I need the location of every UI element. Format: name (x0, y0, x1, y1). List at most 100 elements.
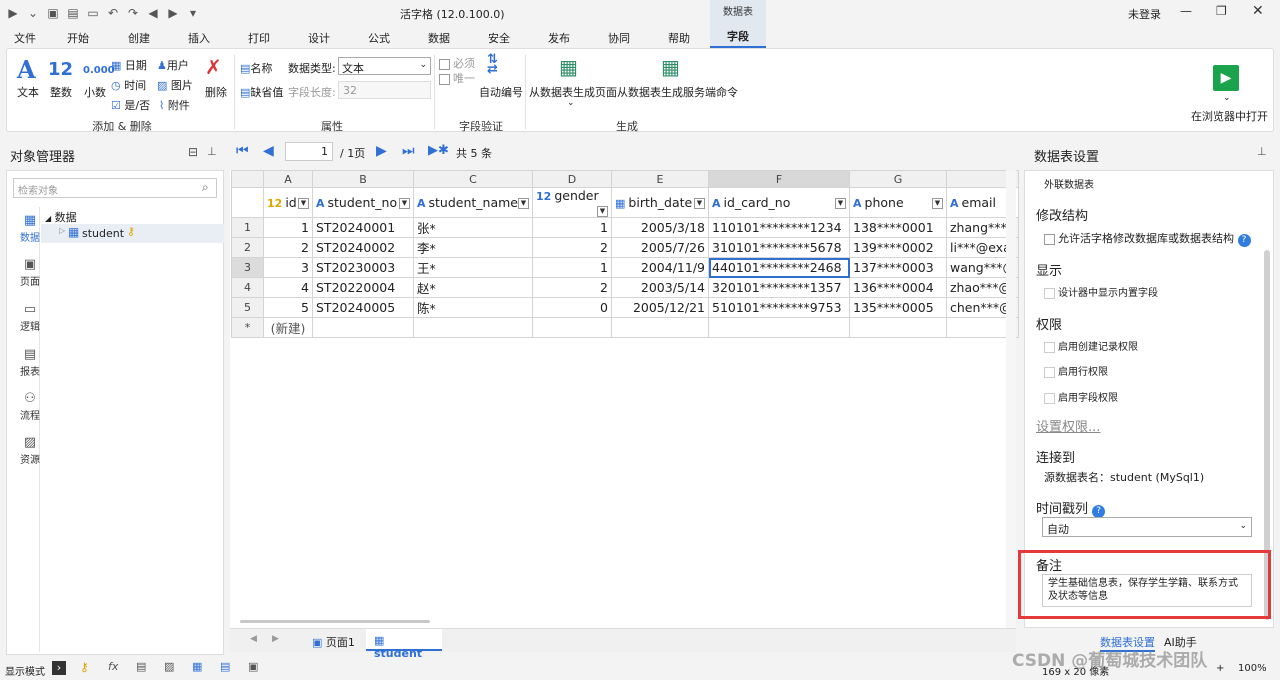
row-number[interactable]: 2 (231, 237, 264, 258)
layers-icon[interactable]: ▨ (164, 660, 174, 673)
cell[interactable]: 2005/12/21 (611, 297, 709, 318)
dropdown-icon[interactable]: ⌄ (26, 6, 40, 20)
cell[interactable]: 李* (413, 237, 533, 258)
table-row[interactable]: 3 3 ST20230003 王* 1 2004/11/9 440101********24… (231, 257, 1019, 278)
int-type-icon[interactable]: 12 (48, 59, 73, 80)
create-perm-checkbox[interactable]: 启用创建记录权限 (1044, 338, 1138, 353)
row-number[interactable]: 3 (231, 257, 264, 278)
cell[interactable]: 320101********1357 (708, 277, 850, 298)
timestamp-select[interactable]: 自动 ⌄ (1042, 517, 1252, 537)
open-in-browser-button[interactable]: 在浏览器中打开 (1191, 108, 1268, 124)
field-name-button[interactable]: ▤名称 (240, 60, 272, 76)
cell[interactable]: 张* (413, 217, 533, 238)
menu-insert[interactable]: 插入 (188, 30, 210, 46)
menu-design[interactable]: 设计 (308, 30, 330, 46)
menu-publish[interactable]: 发布 (548, 30, 570, 46)
generate-page-icon[interactable]: ▦ (559, 55, 578, 79)
time-type-button[interactable]: ◷ 时间 (111, 77, 146, 93)
cell[interactable]: 3 (263, 257, 313, 278)
tab-page1[interactable]: ▣ 页面1 (304, 629, 366, 651)
cell[interactable]: 2 (532, 237, 612, 258)
first-record-icon[interactable]: ⏮ (236, 143, 249, 159)
column-letter[interactable]: G (849, 170, 947, 188)
show-builtin-checkbox[interactable]: 设计器中显示内置字段 (1044, 284, 1158, 299)
help-icon[interactable]: ? (1237, 234, 1251, 247)
next-record-icon[interactable]: ▶ (376, 143, 387, 159)
run-icon[interactable]: ▶ (6, 6, 20, 20)
cell[interactable]: ST20240001 (312, 217, 414, 238)
column-letter[interactable]: F (708, 170, 850, 188)
text-type-button[interactable]: 文本 (17, 84, 39, 100)
cell[interactable]: ST20220004 (312, 277, 414, 298)
autonum-button[interactable]: 自动编号 (479, 84, 523, 100)
dropdown-icon[interactable]: ▼ (597, 206, 608, 217)
cell[interactable]: 2 (532, 277, 612, 298)
cell[interactable]: 0 (532, 297, 612, 318)
allow-modify-checkbox[interactable]: 允许活字格修改数据库或数据表结构 ? (1044, 230, 1251, 247)
decimal-type-icon[interactable]: 0.000 (83, 65, 115, 76)
cell[interactable]: 110101********1234 (708, 217, 850, 238)
menu-collab[interactable]: 协同 (608, 30, 630, 46)
page-input[interactable]: 1 (285, 142, 333, 161)
selected-cell[interactable]: 440101********2468 (708, 257, 850, 278)
field-header-id[interactable]: 12 id ▼ (263, 187, 313, 218)
grid-icon[interactable]: ▤ (136, 660, 146, 673)
cell[interactable]: 310101********5678 (708, 237, 850, 258)
nav-flow[interactable]: ⚇ 流程 (15, 391, 45, 422)
menu-security[interactable]: 安全 (488, 30, 510, 46)
user-type-button[interactable]: ♟用户 (157, 57, 189, 73)
cell[interactable]: 136****0004 (849, 277, 947, 298)
note-textarea[interactable]: 学生基础信息表，保存学生学籍、联系方式及状态等信息 (1042, 574, 1252, 607)
cell[interactable] (708, 317, 850, 338)
cell[interactable]: 139****0002 (849, 237, 947, 258)
new-icon[interactable]: ▣ (46, 6, 60, 20)
pin-icon[interactable]: ⊥ (1257, 145, 1267, 158)
tab-student[interactable]: ▦ student (366, 629, 442, 660)
cell[interactable] (849, 317, 947, 338)
cell[interactable]: 赵* (413, 277, 533, 298)
field-header-student-name[interactable]: Astudent_name ▼ (413, 187, 533, 218)
login-link[interactable]: 未登录 (1128, 6, 1161, 22)
delete-field-icon[interactable]: ✗ (205, 55, 222, 79)
table-row[interactable]: 1 1 ST20240001 张* 1 2005/3/18 110101********12… (231, 217, 1019, 238)
column-letter[interactable]: A (263, 170, 313, 188)
forward-icon[interactable]: ▶ (166, 6, 180, 20)
table-row[interactable]: 2 2 ST20240002 李* 2 2005/7/26 310101********56… (231, 237, 1019, 258)
cell[interactable]: 510101********9753 (708, 297, 850, 318)
cell[interactable]: 1 (263, 217, 313, 238)
row-number[interactable]: 5 (231, 297, 264, 318)
tab-next-icon[interactable]: ▶ (272, 634, 279, 644)
dropdown-icon[interactable]: ▼ (932, 198, 943, 209)
cell[interactable]: 2005/3/18 (611, 217, 709, 238)
field-header-birth-date[interactable]: ▦ birth_date ▼ (611, 187, 709, 218)
row-number[interactable]: 4 (231, 277, 264, 298)
table-icon[interactable]: ▦ (192, 660, 202, 673)
minimize-icon[interactable]: — (1180, 4, 1192, 18)
menu-field[interactable]: 字段 (710, 26, 766, 48)
menu-create[interactable]: 创建 (128, 30, 150, 46)
image-type-button[interactable]: ▨ 图片 (157, 77, 193, 93)
cell[interactable]: 135****0005 (849, 297, 947, 318)
cell[interactable]: 4 (263, 277, 313, 298)
field-header-id-card-no[interactable]: Aid_card_no ▼ (708, 187, 850, 218)
row-number[interactable]: 1 (231, 217, 264, 238)
cell[interactable] (611, 317, 709, 338)
menu-file[interactable]: 文件 (14, 30, 36, 46)
pin-icon[interactable]: ⊥ (207, 145, 217, 158)
column-letter[interactable]: B (312, 170, 414, 188)
tree-root-data[interactable]: ◢ 数据 (45, 209, 77, 225)
menu-print[interactable]: 打印 (248, 30, 270, 46)
save-icon[interactable]: ▤ (66, 6, 80, 20)
redo-icon[interactable]: ↷ (126, 6, 140, 20)
field-header-phone[interactable]: Aphone ▼ (849, 187, 947, 218)
collapse-icon[interactable]: ⊟ (188, 145, 198, 159)
horizontal-scrollbar[interactable] (240, 620, 430, 623)
cell[interactable]: 2003/5/14 (611, 277, 709, 298)
field-header-gender[interactable]: 12 gender ▼ (532, 187, 612, 218)
back-icon[interactable]: ◀ (146, 6, 160, 20)
cell[interactable]: 1 (532, 217, 612, 238)
bool-type-button[interactable]: ☑ 是/否 (111, 97, 150, 113)
formula-icon[interactable]: fx (108, 660, 118, 673)
new-row[interactable]: * (新建) (231, 317, 1019, 338)
set-permission-link[interactable]: 设置权限... (1036, 416, 1100, 435)
